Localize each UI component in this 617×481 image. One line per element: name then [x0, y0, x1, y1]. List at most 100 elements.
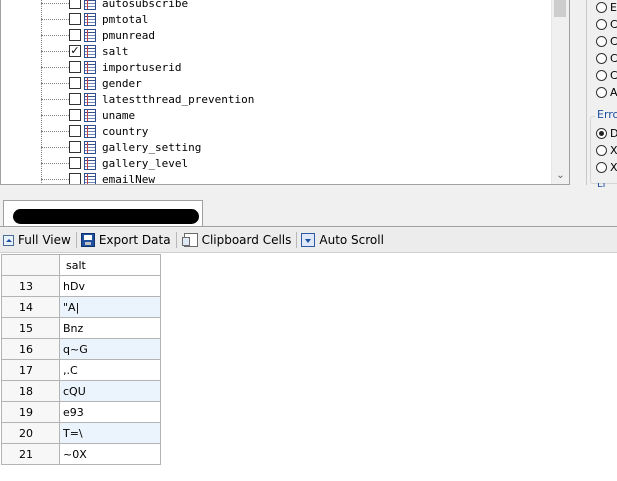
chevron-down-icon[interactable]: ⌄	[552, 168, 569, 182]
tab-divider	[0, 226, 617, 227]
auto-scroll-label: Auto Scroll	[319, 233, 384, 247]
salt-cell[interactable]: hDv	[59, 275, 161, 297]
row-number[interactable]: 13	[1, 275, 60, 297]
salt-cell[interactable]: Bnz	[59, 317, 161, 339]
row-number[interactable]: 21	[1, 443, 60, 465]
tree-item-autosubscribe[interactable]: autosubscribe	[41, 0, 188, 11]
salt-cell[interactable]: T=\	[59, 422, 161, 444]
field-checkbox[interactable]	[69, 157, 81, 169]
redacted-tab-title	[13, 209, 199, 224]
check-mark-icon: ✓	[70, 44, 80, 57]
tree-item-importuserid[interactable]: importuserid	[41, 59, 181, 75]
table-row[interactable]: 18 cQU	[1, 380, 161, 402]
table-field-icon	[84, 44, 96, 58]
field-checkbox[interactable]	[69, 29, 81, 41]
result-tab-strip	[0, 189, 617, 227]
table-row[interactable]: 14 "A|	[1, 296, 161, 318]
radio-button[interactable]	[596, 35, 607, 47]
tree-connector	[41, 2, 69, 4]
table-row[interactable]: 15 Bnz	[1, 317, 161, 339]
field-label: gallery_level	[102, 156, 189, 170]
row-number[interactable]: 16	[1, 338, 60, 360]
tree-item-uname[interactable]: uname	[41, 107, 135, 123]
column-header-salt[interactable]: salt	[59, 254, 161, 276]
table-field-icon	[84, 124, 96, 138]
field-label: importuserid	[102, 60, 182, 74]
salt-cell[interactable]: cQU	[59, 380, 161, 402]
radio-button[interactable]	[596, 1, 607, 13]
field-checkbox[interactable]	[69, 93, 81, 105]
tree-item-pmunread[interactable]: pmunread	[41, 27, 155, 43]
bottom-link[interactable]: Li	[597, 183, 605, 187]
row-number[interactable]: 20	[1, 422, 60, 444]
field-label: uname	[102, 108, 136, 122]
tree-item-country[interactable]: country	[41, 123, 148, 139]
table-row[interactable]: 17 ,.C	[1, 359, 161, 381]
field-label: country	[102, 124, 149, 138]
option-radio-1[interactable]: E	[596, 0, 617, 14]
table-row[interactable]: 20 T=\	[1, 422, 161, 444]
tree-item-emailnew[interactable]: emailNew	[41, 171, 155, 184]
clipboard-cells-button[interactable]: Clipboard Cells	[178, 230, 296, 250]
tree-item-latestthread-prevention[interactable]: latestthread_prevention	[41, 91, 254, 107]
radio-button[interactable]	[596, 52, 607, 64]
row-number[interactable]: 17	[1, 359, 60, 381]
option-radio-3[interactable]: C	[596, 34, 617, 48]
salt-cell[interactable]: "A|	[59, 296, 161, 318]
export-data-label: Export Data	[98, 233, 171, 247]
table-row[interactable]: 19 e93	[1, 401, 161, 423]
table-row[interactable]: 21 ~0X	[1, 443, 161, 465]
option-radio-4[interactable]: C	[596, 51, 617, 65]
row-number[interactable]: 14	[1, 296, 60, 318]
field-tree[interactable]: autosubscribe pmtotal pmunread ✓ salt im…	[0, 0, 570, 185]
field-checkbox[interactable]	[69, 173, 81, 184]
full-view-icon	[3, 234, 14, 246]
radio-button[interactable]	[596, 69, 607, 81]
option-radio-6[interactable]: A	[596, 85, 617, 99]
salt-cell[interactable]: e93	[59, 401, 161, 423]
row-number[interactable]: 18	[1, 380, 60, 402]
results-grid-area[interactable]: salt 13 hDv 14 "A| 15 Bnz 16 q~G 17 ,.C …	[0, 253, 617, 481]
tree-item-gender[interactable]: gender	[41, 75, 142, 91]
field-checkbox[interactable]	[69, 109, 81, 121]
radio-label: A	[610, 85, 617, 99]
table-field-icon	[84, 92, 96, 106]
radio-button[interactable]	[596, 86, 607, 98]
auto-scroll-button[interactable]: Auto Scroll	[298, 230, 388, 250]
field-checkbox[interactable]	[69, 0, 81, 9]
row-number-header[interactable]	[1, 254, 60, 276]
results-grid[interactable]: salt 13 hDv 14 "A| 15 Bnz 16 q~G 17 ,.C …	[1, 254, 161, 465]
option-radio-2[interactable]: C	[596, 17, 617, 31]
option-radio-5[interactable]: C	[596, 68, 617, 82]
error-group-box	[590, 116, 617, 184]
field-label: latestthread_prevention	[102, 92, 255, 106]
result-tab[interactable]	[3, 200, 203, 226]
grid-toolbar: Full View Export Data Clipboard Cells Au…	[0, 228, 617, 253]
full-view-label: Full View	[18, 233, 71, 247]
field-checkbox[interactable]	[69, 77, 81, 89]
table-row[interactable]: 13 hDv	[1, 275, 161, 297]
field-checkbox[interactable]	[69, 141, 81, 153]
tree-connector	[41, 34, 69, 36]
field-checkbox[interactable]	[69, 13, 81, 25]
field-checkbox[interactable]	[69, 61, 81, 73]
tree-item-gallery-level[interactable]: gallery_level	[41, 155, 188, 171]
tree-item-pmtotal[interactable]: pmtotal	[41, 11, 148, 27]
full-view-button[interactable]: Full View	[0, 230, 75, 250]
radio-button[interactable]	[596, 18, 607, 30]
table-field-icon	[84, 60, 96, 74]
salt-cell[interactable]: ,.C	[59, 359, 161, 381]
salt-cell[interactable]: q~G	[59, 338, 161, 360]
table-row[interactable]: 16 q~G	[1, 338, 161, 360]
field-checkbox-checked[interactable]: ✓	[69, 45, 81, 57]
salt-cell[interactable]: ~0X	[59, 443, 161, 465]
row-number[interactable]: 19	[1, 401, 60, 423]
field-checkbox[interactable]	[69, 125, 81, 137]
scrollbar-thumb[interactable]	[554, 0, 566, 17]
tree-item-gallery-setting[interactable]: gallery_setting	[41, 139, 201, 155]
row-number[interactable]: 15	[1, 317, 60, 339]
tree-vertical-scrollbar[interactable]: ⌄	[551, 0, 569, 184]
tree-item-salt[interactable]: ✓ salt	[41, 43, 129, 59]
tree-connector	[41, 98, 69, 100]
export-data-button[interactable]: Export Data	[78, 230, 175, 250]
